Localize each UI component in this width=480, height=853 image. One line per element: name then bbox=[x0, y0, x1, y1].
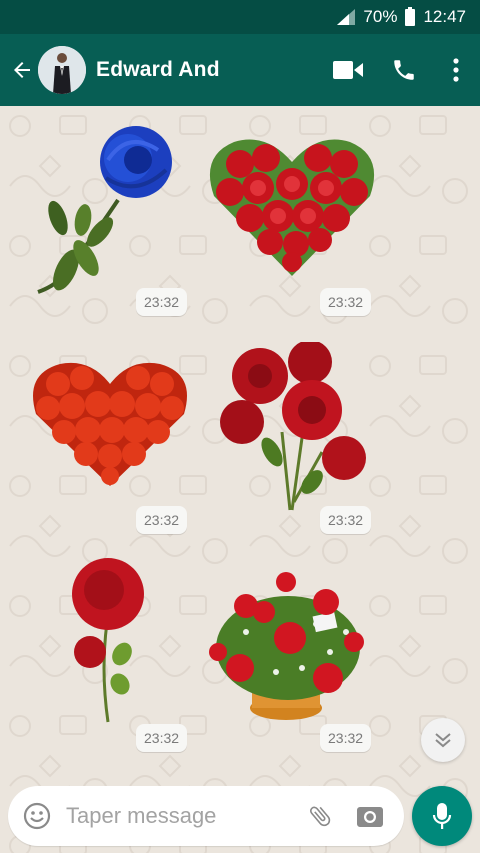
chat-header: Edward And bbox=[0, 34, 480, 106]
chevron-double-down-icon bbox=[435, 733, 451, 748]
message-time: 23:32 bbox=[320, 288, 372, 316]
status-bar: 70% 12:47 bbox=[0, 0, 480, 34]
message-time: 23:32 bbox=[320, 724, 372, 752]
more-vertical-icon bbox=[453, 58, 459, 82]
message-time: 23:32 bbox=[320, 506, 372, 534]
paperclip-icon bbox=[309, 806, 331, 827]
overflow-menu-button[interactable] bbox=[432, 34, 480, 106]
avatar[interactable] bbox=[38, 46, 86, 94]
battery-percent: 70% bbox=[363, 7, 398, 26]
back-button[interactable] bbox=[2, 34, 42, 106]
contact-name[interactable]: Edward And bbox=[96, 58, 320, 82]
avatar-image bbox=[38, 46, 86, 94]
clock: 12:47 bbox=[423, 7, 466, 26]
message-time: 23:32 bbox=[136, 506, 188, 534]
message-composer bbox=[8, 786, 404, 846]
smiley-icon bbox=[23, 802, 51, 830]
camera-icon bbox=[357, 807, 383, 827]
message-time: 23:32 bbox=[136, 288, 188, 316]
sticker-orange-rose-heart[interactable] bbox=[30, 360, 190, 488]
phone-icon bbox=[394, 60, 414, 80]
attach-button[interactable] bbox=[300, 796, 340, 836]
video-camera-icon bbox=[333, 61, 363, 79]
camera-button[interactable] bbox=[350, 796, 390, 836]
microphone-icon bbox=[432, 803, 452, 829]
sticker-red-rose-bouquet[interactable] bbox=[212, 342, 372, 512]
chat-area[interactable]: 23:32 23:32 23:32 23:32 23:32 23:32 bbox=[0, 106, 480, 853]
emoji-button[interactable] bbox=[22, 801, 52, 831]
sticker-rose-basket[interactable] bbox=[206, 572, 372, 724]
arrow-left-icon bbox=[14, 62, 30, 78]
video-call-button[interactable] bbox=[320, 34, 376, 106]
voice-message-button[interactable] bbox=[412, 786, 472, 846]
scroll-to-bottom-button[interactable] bbox=[421, 718, 465, 762]
signal-icon bbox=[337, 9, 356, 25]
message-input[interactable] bbox=[66, 803, 300, 829]
sticker-blue-rose[interactable] bbox=[28, 120, 188, 296]
voice-call-button[interactable] bbox=[376, 34, 432, 106]
battery-icon bbox=[405, 6, 416, 26]
sticker-rose-heart[interactable] bbox=[206, 136, 378, 278]
message-time: 23:32 bbox=[136, 724, 188, 752]
sticker-single-red-rose[interactable] bbox=[60, 556, 160, 724]
